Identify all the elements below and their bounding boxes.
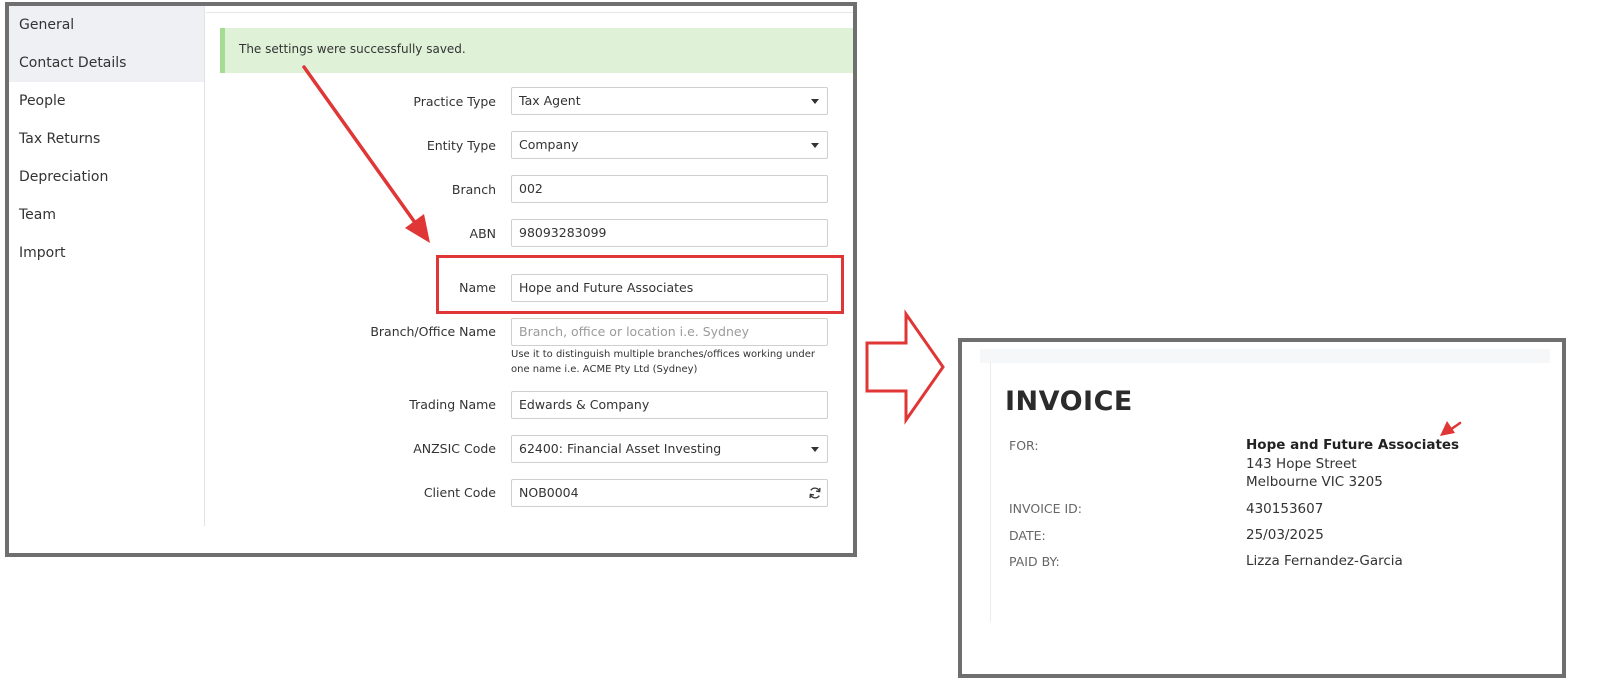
client-code-input[interactable]: NOB0004 [511,479,828,507]
chevron-down-icon [811,143,819,148]
content-top-divider [206,12,853,13]
invoice-title: INVOICE [1005,386,1133,417]
invoice-top-bar [980,349,1550,363]
abn-input[interactable]: 98093283099 [511,219,828,247]
trading-name-label: Trading Name [409,397,496,412]
sidebar-item-people[interactable]: People [9,82,204,120]
invoice-id-value: 430153607 [1246,501,1324,517]
chevron-down-icon [811,447,819,452]
branch-office-name-placeholder: Branch, office or location i.e. Sydney [519,324,749,339]
practice-type-select[interactable]: Tax Agent [511,87,828,115]
invoice-left-border [990,362,991,622]
branch-label: Branch [451,182,496,197]
trading-name-input[interactable]: Edwards & Company [511,391,828,419]
sidebar-item-team[interactable]: Team [9,196,204,234]
practice-type-label: Practice Type [413,94,496,109]
sidebar-item-depreciation[interactable]: Depreciation [9,158,204,196]
branch-value: 002 [519,181,543,196]
success-alert: The settings were successfully saved. [220,28,853,73]
anzsic-code-label: ANZSIC Code [413,441,496,456]
branch-office-name-input[interactable]: Branch, office or location i.e. Sydney [511,318,828,346]
sidebar-item-import[interactable]: Import [9,234,204,272]
branch-office-name-label: Branch/Office Name [370,324,496,339]
invoice-date-value: 25/03/2025 [1246,527,1324,543]
branch-office-name-help: Use it to distinguish multiple branches/… [511,349,815,375]
invoice-panel: INVOICE FOR: Hope and Future Associates … [958,338,1566,678]
chevron-down-icon [811,99,819,104]
practice-type-value: Tax Agent [519,93,581,108]
sidebar-item-tax-returns[interactable]: Tax Returns [9,120,204,158]
invoice-for-name: Hope and Future Associates [1246,437,1460,453]
invoice-id-label: INVOICE ID: [1009,501,1083,516]
anzsic-code-value: 62400: Financial Asset Investing [519,441,722,456]
invoice-for-label: FOR: [1009,438,1039,453]
anzsic-code-select[interactable]: 62400: Financial Asset Investing [511,435,828,463]
settings-panel: General Contact Details People Tax Retur… [5,2,857,557]
refresh-icon[interactable] [808,486,822,500]
abn-value: 98093283099 [519,225,607,240]
sidebar-item-contact-details[interactable]: Contact Details [9,44,204,82]
success-alert-message: The settings were successfully saved. [239,42,466,56]
entity-type-select[interactable]: Company [511,131,828,159]
invoice-paid-by-value: Lizza Fernandez-Garcia [1246,553,1403,569]
invoice-for-address-line-2: Melbourne VIC 3205 [1246,474,1383,490]
settings-sidebar: General Contact Details People Tax Retur… [9,6,205,526]
abn-label: ABN [469,226,496,241]
invoice-for-address-line-1: 143 Hope Street [1246,456,1357,472]
trading-name-value: Edwards & Company [519,397,650,412]
annotation-big-right-arrow [865,309,945,425]
invoice-date-label: DATE: [1009,528,1046,543]
branch-input[interactable]: 002 [511,175,828,203]
sidebar-item-general[interactable]: General [9,6,204,44]
invoice-paid-by-label: PAID BY: [1009,554,1060,569]
name-highlight-box [436,255,844,314]
client-code-label: Client Code [423,485,496,500]
entity-type-label: Entity Type [426,138,496,153]
client-code-value: NOB0004 [519,485,579,500]
entity-type-value: Company [519,137,579,152]
